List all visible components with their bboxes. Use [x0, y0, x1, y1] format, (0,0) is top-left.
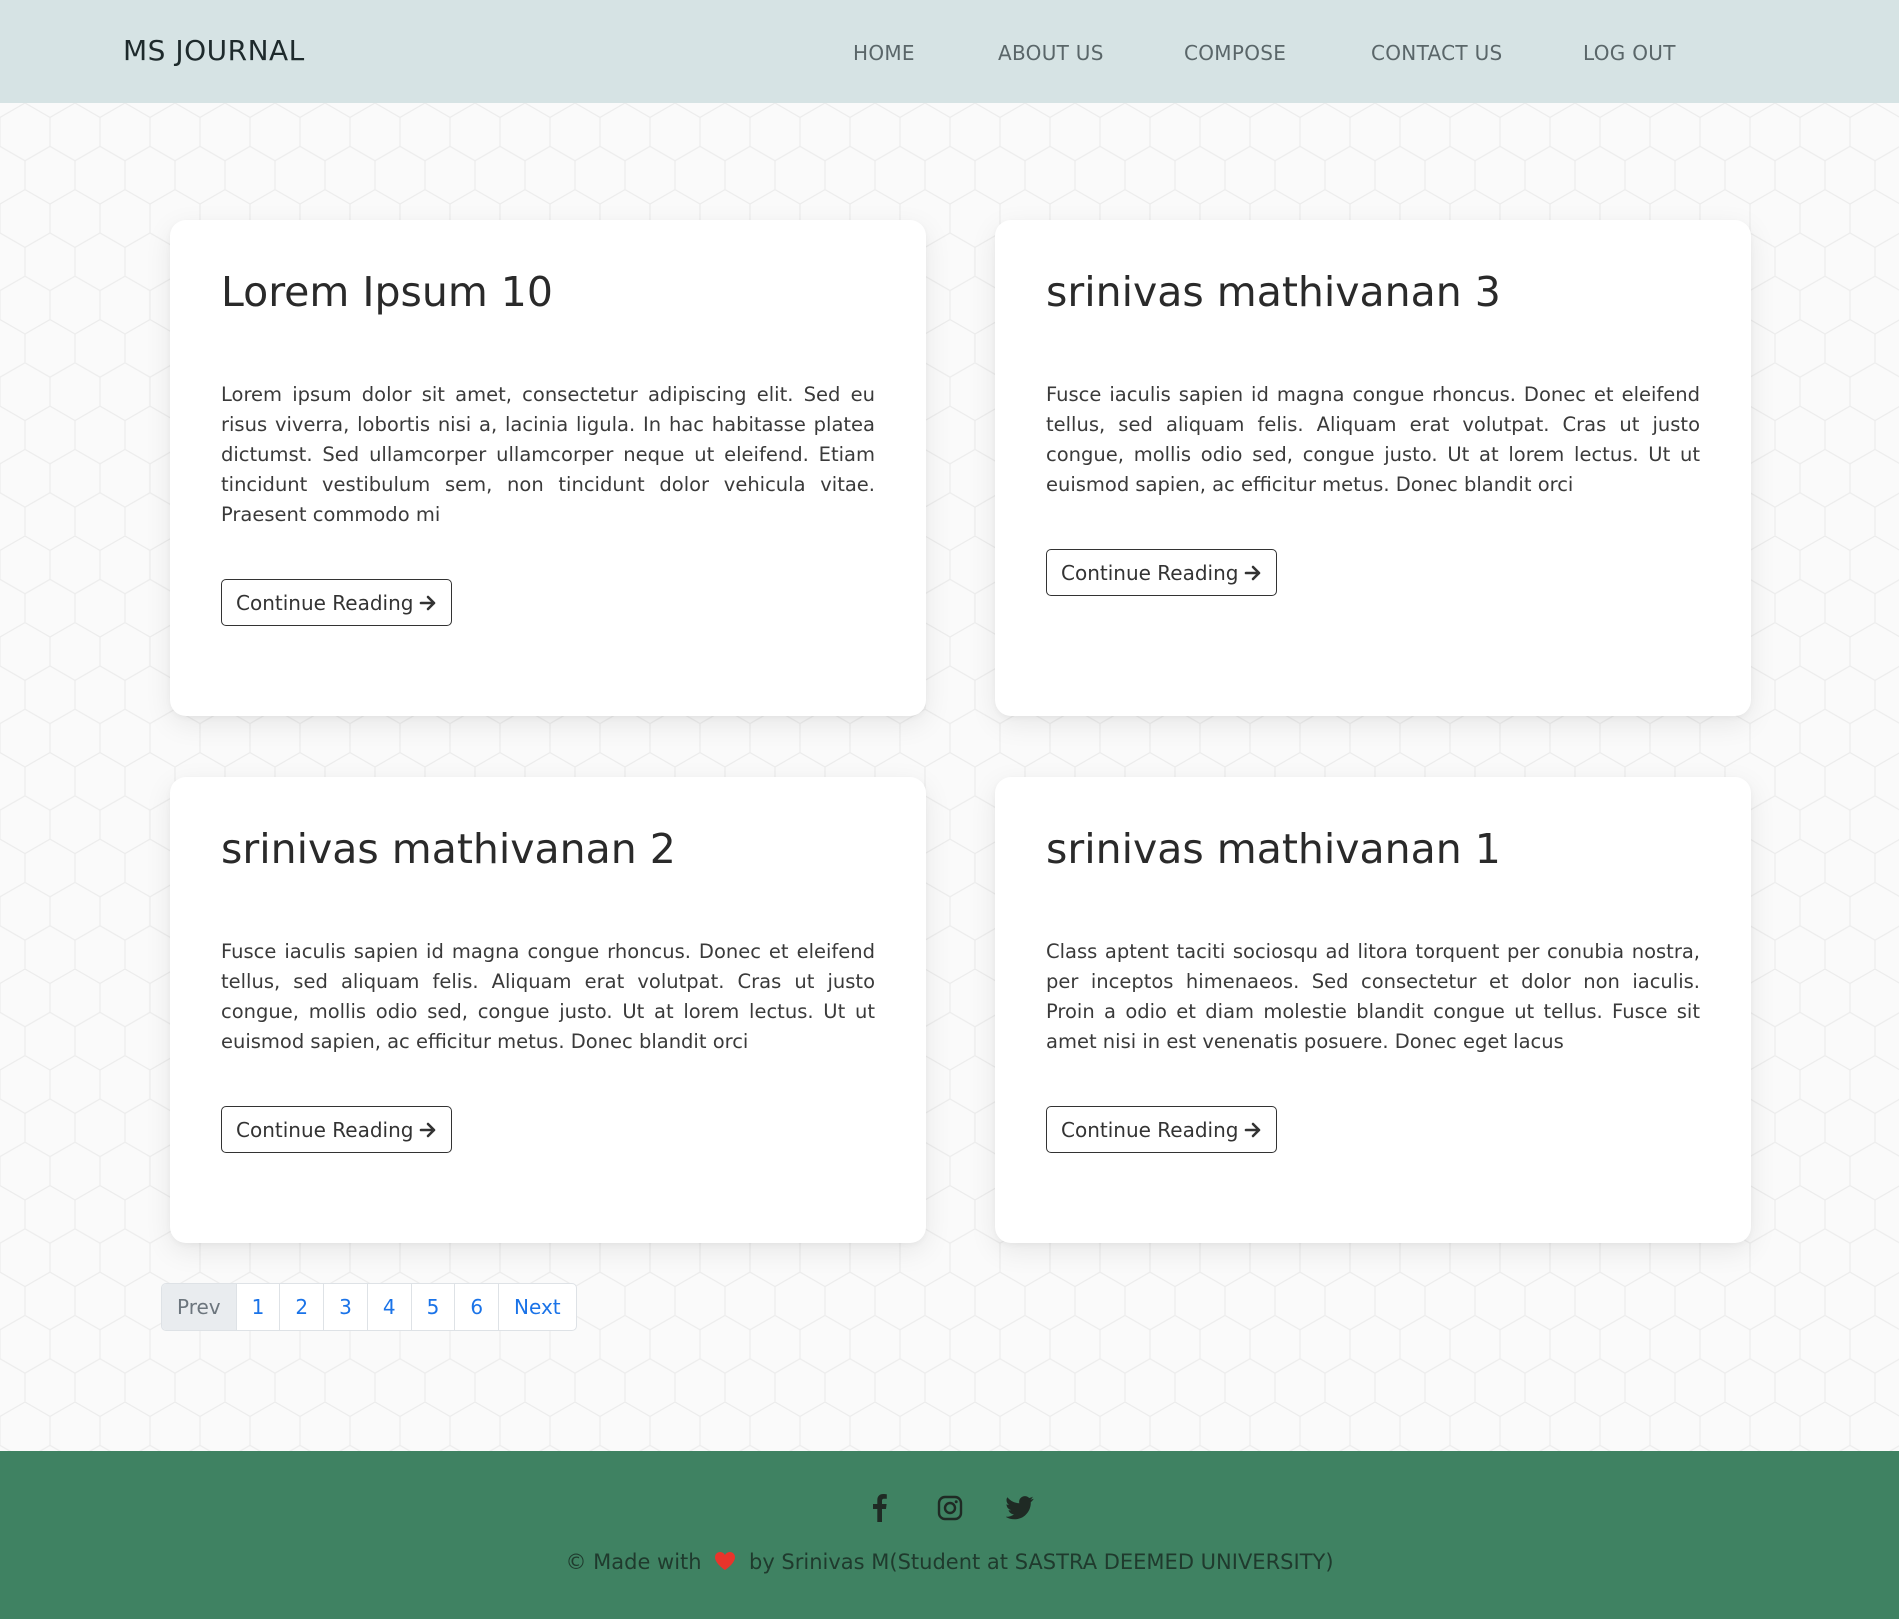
- page-prev[interactable]: Prev: [162, 1284, 236, 1330]
- post-excerpt: Class aptent taciti sociosqu ad litora t…: [1046, 940, 1700, 1053]
- nav-compose[interactable]: COMPOSE: [1184, 41, 1286, 65]
- post-excerpt: Lorem ipsum dolor sit amet, consectetur …: [221, 383, 875, 526]
- button-label: Continue Reading: [1061, 1117, 1239, 1142]
- post-excerpt: Fusce iaculis sapien id magna congue rho…: [1046, 383, 1700, 496]
- facebook-icon[interactable]: [865, 1493, 895, 1523]
- button-label: Continue Reading: [236, 1117, 414, 1142]
- continue-reading-button[interactable]: Continue Reading: [1046, 1106, 1278, 1153]
- button-label: Continue Reading: [1061, 560, 1239, 585]
- button-label: Continue Reading: [236, 590, 414, 615]
- page-2[interactable]: 2: [279, 1284, 323, 1330]
- post-card: srinivas mathivanan 2 Fusce iaculis sapi…: [170, 777, 926, 1243]
- page-5[interactable]: 5: [410, 1284, 455, 1330]
- nav-contact-us[interactable]: CONTACT US: [1371, 41, 1503, 65]
- post-card: srinivas mathivanan 1 Class aptent tacit…: [995, 777, 1751, 1243]
- navbar: MS JOURNAL HOME ABOUT US COMPOSE CONTACT…: [0, 0, 1899, 103]
- nav-log-out[interactable]: LOG OUT: [1583, 41, 1676, 65]
- post-title: srinivas mathivanan 2: [221, 825, 676, 873]
- post-excerpt: Fusce iaculis sapien id magna congue rho…: [221, 940, 875, 1053]
- heart-icon: [714, 1551, 736, 1576]
- credit-prefix: © Made with: [565, 1550, 702, 1574]
- social-links: [0, 1493, 1899, 1523]
- post-title: srinivas mathivanan 1: [1046, 825, 1501, 873]
- page-4[interactable]: 4: [366, 1284, 411, 1330]
- post-title: Lorem Ipsum 10: [221, 268, 553, 316]
- brand-logo[interactable]: MS JOURNAL: [123, 34, 305, 67]
- page-6[interactable]: 6: [454, 1284, 498, 1330]
- page-1[interactable]: 1: [235, 1284, 280, 1330]
- continue-reading-button[interactable]: Continue Reading: [1046, 549, 1278, 596]
- page-next[interactable]: Next: [498, 1284, 576, 1330]
- pagination: Prev 1 2 3 4 5 6 Next: [161, 1283, 577, 1331]
- post-card: Lorem Ipsum 10 Lorem ipsum dolor sit ame…: [170, 220, 926, 716]
- instagram-icon[interactable]: [935, 1493, 965, 1523]
- continue-reading-button[interactable]: Continue Reading: [221, 579, 453, 626]
- post-card: srinivas mathivanan 3 Fusce iaculis sapi…: [995, 220, 1751, 716]
- credit-suffix: by Srinivas M(Student at SASTRA DEEMED U…: [748, 1550, 1334, 1574]
- twitter-icon[interactable]: [1005, 1493, 1035, 1523]
- arrow-right-icon: [420, 1122, 436, 1137]
- arrow-right-icon: [420, 595, 436, 610]
- nav-about-us[interactable]: ABOUT US: [998, 41, 1104, 65]
- arrow-right-icon: [1245, 1122, 1261, 1137]
- arrow-right-icon: [1245, 565, 1261, 580]
- nav-home[interactable]: HOME: [853, 41, 915, 65]
- page-3[interactable]: 3: [323, 1284, 367, 1330]
- continue-reading-button[interactable]: Continue Reading: [221, 1106, 453, 1153]
- footer-credit: © Made with by Srinivas M(Student at SAS…: [0, 1550, 1899, 1576]
- post-title: srinivas mathivanan 3: [1046, 268, 1501, 316]
- footer: © Made with by Srinivas M(Student at SAS…: [0, 1451, 1899, 1619]
